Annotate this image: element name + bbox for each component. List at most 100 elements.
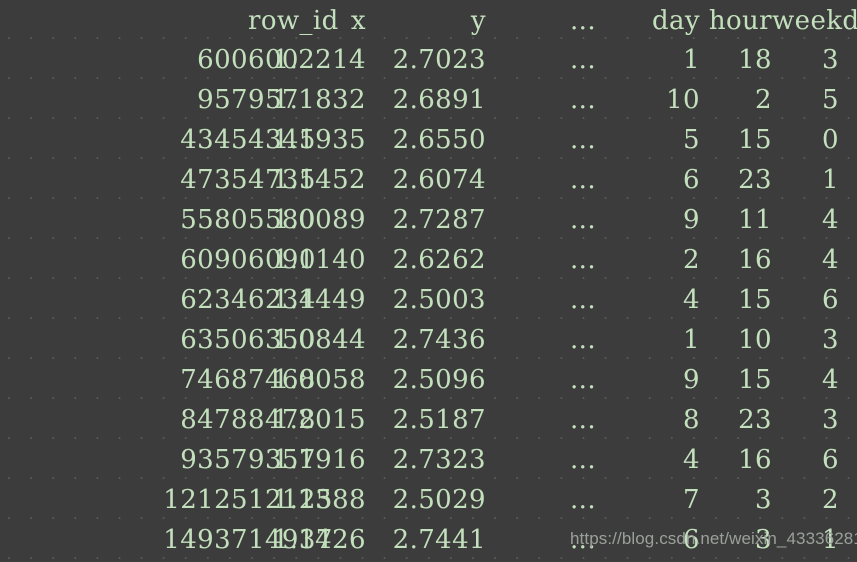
- cell-weekday: 3: [822, 325, 839, 355]
- cell-ellipsis: ...: [570, 245, 596, 275]
- cell-y: 2.6074: [392, 165, 486, 195]
- table-row: 600 600 1.2214 2.7023... 1 18 3: [0, 40, 857, 80]
- cell-hour: 11: [738, 205, 772, 235]
- cell-hour: 10: [738, 325, 772, 355]
- cell-hour: 15: [738, 125, 772, 155]
- cell-index: 14937: [163, 525, 248, 555]
- cell-ellipsis: ...: [570, 205, 596, 235]
- dataframe-body: 600 600 1.2214 2.7023... 1 18 3 957 957 1.1832 2.6…: [0, 40, 857, 560]
- cell-index: 4345: [180, 125, 248, 155]
- cell-y: 2.7323: [392, 445, 486, 475]
- cell-weekday: 6: [822, 445, 839, 475]
- cell-hour: 23: [738, 165, 772, 195]
- cell-ellipsis: ...: [570, 525, 596, 555]
- cell-day: 10: [666, 85, 700, 115]
- dataframe-table: row_id x y ... day hour weekday 6006001.…: [0, 0, 857, 560]
- cell-y: 2.7023: [392, 45, 486, 75]
- cell-day: 1: [683, 325, 700, 355]
- cell-hour: 3: [755, 525, 772, 555]
- table-row: 957 957 1.1832 2.6891... 10 2 5: [0, 80, 857, 120]
- cell-weekday: 1: [822, 525, 839, 555]
- cell-y: 2.7441: [392, 525, 486, 555]
- column-header-day: day: [651, 6, 700, 36]
- cell-index: 8478: [180, 405, 248, 435]
- cell-weekday: 1: [822, 165, 839, 195]
- cell-day: 2: [683, 245, 700, 275]
- cell-ellipsis: ...: [570, 45, 596, 75]
- cell-y: 2.5003: [392, 285, 486, 315]
- cell-hour: 3: [755, 485, 772, 515]
- cell-hour: 16: [738, 445, 772, 475]
- cell-y: 2.5096: [392, 365, 486, 395]
- table-row: 8478 8478 1.2015 2.5187... 8 23 3: [0, 400, 857, 440]
- table-row: 14937 14937 1.1426 2.7441... 6 3 1: [0, 520, 857, 560]
- cell-weekday: 2: [822, 485, 839, 515]
- cell-day: 4: [683, 285, 700, 315]
- table-row: 6090 6090 1.1140 2.6262... 2 16 4: [0, 240, 857, 280]
- cell-y: 2.7287: [392, 205, 486, 235]
- cell-weekday: 5: [822, 85, 839, 115]
- column-header-ellipsis: ...: [570, 6, 596, 36]
- cell-weekday: 3: [822, 405, 839, 435]
- cell-ellipsis: ...: [570, 405, 596, 435]
- cell-y: 2.5187: [392, 405, 486, 435]
- cell-y: 2.6262: [392, 245, 486, 275]
- cell-weekday: 6: [822, 285, 839, 315]
- cell-weekday: 4: [822, 245, 839, 275]
- cell-hour: 2: [755, 85, 772, 115]
- cell-index: 6090: [180, 245, 248, 275]
- cell-ellipsis: ...: [570, 165, 596, 195]
- cell-hour: 23: [738, 405, 772, 435]
- cell-hour: 16: [738, 245, 772, 275]
- cell-index: 12125: [163, 485, 248, 515]
- dataframe-header-row: row_id x y ... day hour weekday: [0, 0, 857, 40]
- cell-day: 1: [683, 45, 700, 75]
- cell-weekday: 0: [822, 125, 839, 155]
- cell-day: 8: [683, 405, 700, 435]
- cell-ellipsis: ...: [570, 365, 596, 395]
- column-header-index: [0, 0, 248, 40]
- table-row: 12125 12125 1.1388 2.5029... 7 3 2: [0, 480, 857, 520]
- cell-index: 5580: [180, 205, 248, 235]
- cell-index: 7468: [180, 365, 248, 395]
- cell-day: 6: [683, 165, 700, 195]
- cell-index: 6234: [180, 285, 248, 315]
- cell-day: 9: [683, 205, 700, 235]
- cell-y: 2.5029: [392, 485, 486, 515]
- cell-day: 5: [683, 125, 700, 155]
- table-row: 6234 6234 1.1449 2.5003... 4 15 6: [0, 280, 857, 320]
- console-output-pane[interactable]: row_id x y ... day hour weekday 6006001.…: [0, 0, 857, 562]
- table-row: 5580 5580 1.0089 2.7287... 9 11 4: [0, 200, 857, 240]
- column-header-hour: hour: [708, 6, 772, 36]
- table-row: 7468 7468 1.0058 2.5096... 9 15 4: [0, 360, 857, 400]
- cell-y: 2.7436: [392, 325, 486, 355]
- cell-day: 4: [683, 445, 700, 475]
- cell-ellipsis: ...: [570, 125, 596, 155]
- table-row: 9357 9357 1.1916 2.7323... 4 16 6: [0, 440, 857, 480]
- cell-weekday: 4: [822, 365, 839, 395]
- cell-y: 2.6550: [392, 125, 486, 155]
- cell-index: 6350: [180, 325, 248, 355]
- cell-weekday: 4: [822, 205, 839, 235]
- cell-index: 4735: [180, 165, 248, 195]
- table-row: 6350 6350 1.0844 2.7436... 1 10 3: [0, 320, 857, 360]
- column-header-weekday: weekday: [772, 6, 857, 36]
- cell-index: 957: [197, 85, 248, 115]
- cell-hour: 15: [738, 365, 772, 395]
- cell-ellipsis: ...: [570, 445, 596, 475]
- cell-ellipsis: ...: [570, 485, 596, 515]
- cell-y: 2.6891: [392, 85, 486, 115]
- column-header-y: y: [470, 6, 486, 36]
- cell-day: 7: [683, 485, 700, 515]
- cell-day: 9: [683, 365, 700, 395]
- cell-hour: 15: [738, 285, 772, 315]
- table-row: 4735 4735 1.1452 2.6074... 6 23 1: [0, 160, 857, 200]
- cell-ellipsis: ...: [570, 85, 596, 115]
- table-row: 4345 4345 1.1935 2.6550... 5 15 0: [0, 120, 857, 160]
- cell-index: 9357: [180, 445, 248, 475]
- cell-weekday: 3: [822, 45, 839, 75]
- cell-day: 6: [683, 525, 700, 555]
- cell-index: 600: [197, 45, 248, 75]
- cell-ellipsis: ...: [570, 325, 596, 355]
- cell-hour: 18: [738, 45, 772, 75]
